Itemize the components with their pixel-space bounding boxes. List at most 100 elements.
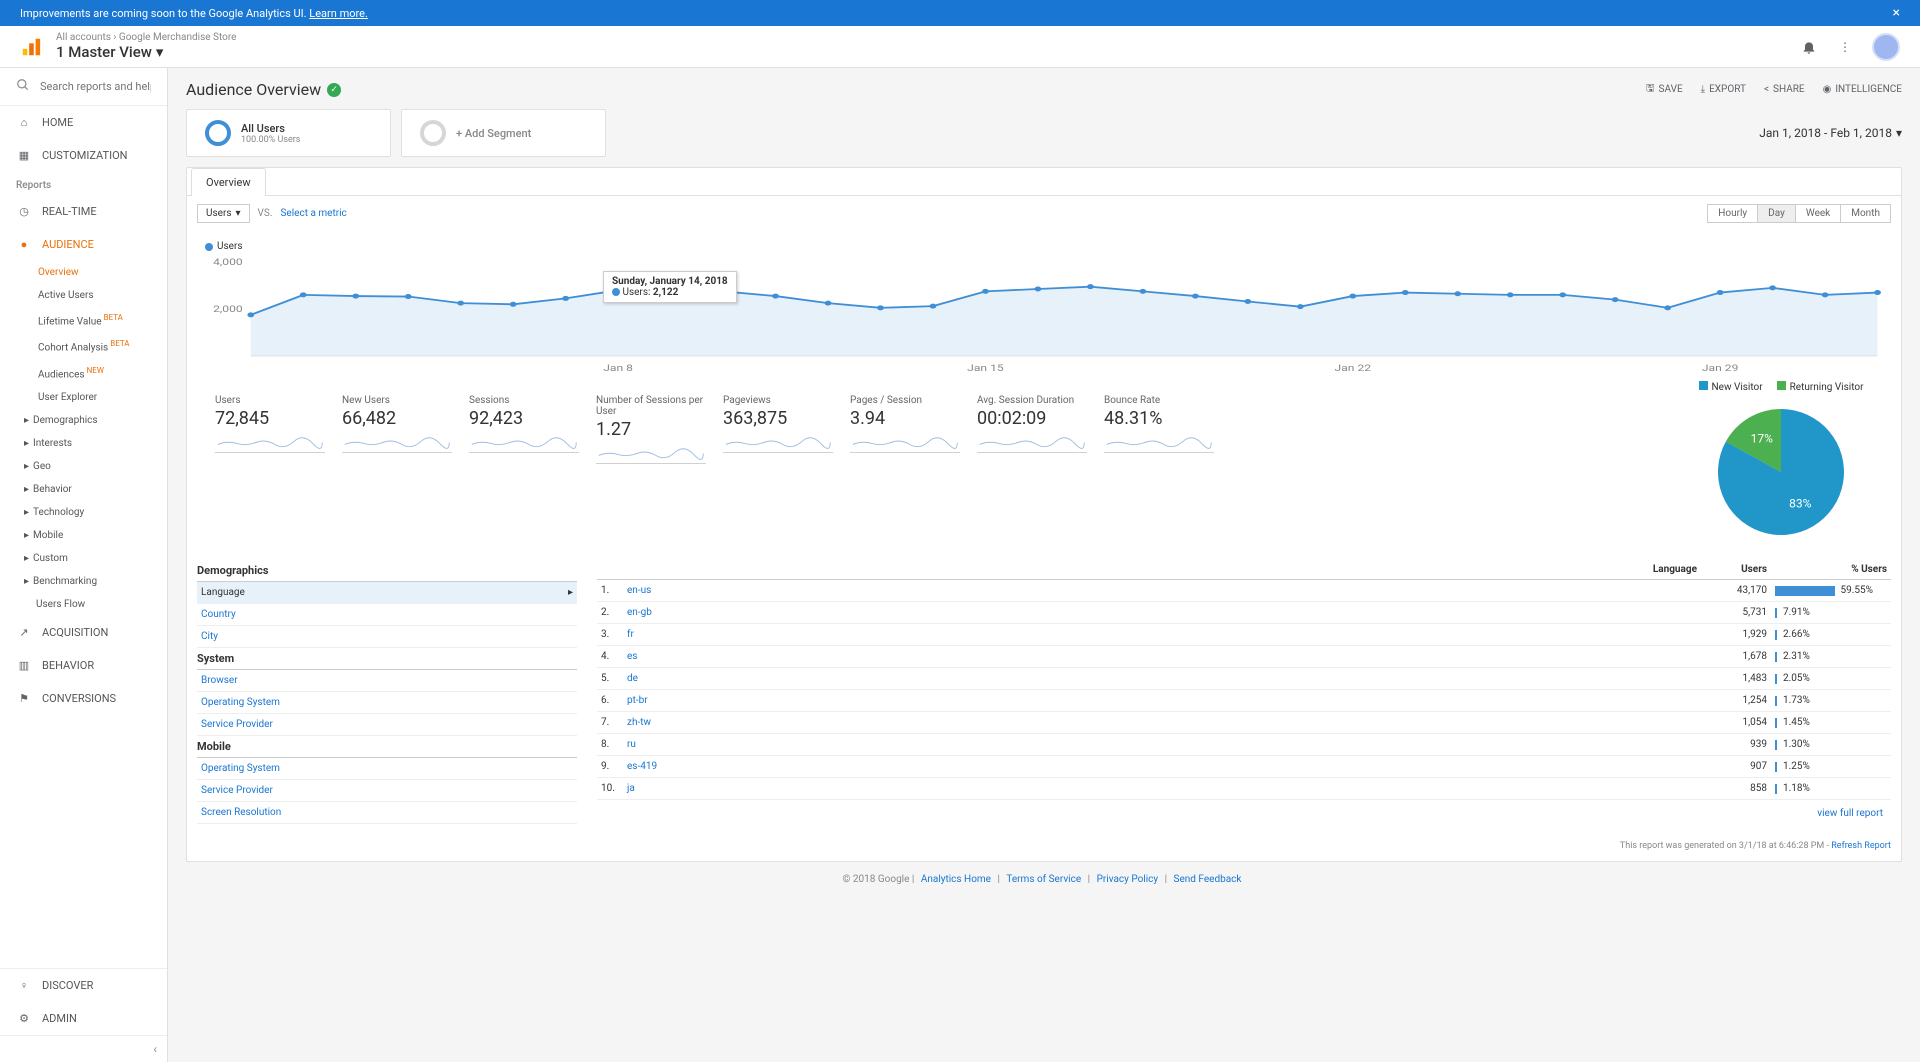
date-range-picker[interactable]: Jan 1, 2018 - Feb 1, 2018▾ — [1759, 109, 1902, 157]
time-toggle-week[interactable]: Week — [1795, 204, 1841, 223]
scorecard-users[interactable]: Users72,845 — [207, 395, 334, 467]
sidebar-group-technology[interactable]: ▸ Technology — [24, 501, 167, 524]
save-button[interactable]: 🖫SAVE — [1646, 81, 1683, 98]
dim-row-language[interactable]: Language▸ — [197, 582, 577, 604]
lang-link-pt-br[interactable]: pt-br — [627, 695, 648, 706]
sidebar-item-customization[interactable]: ▦CUSTOMIZATION — [0, 139, 167, 172]
scorecard-pageviews[interactable]: Pageviews363,875 — [715, 395, 842, 467]
dim-row-operating-system[interactable]: Operating System — [197, 758, 577, 780]
sidebar-group-behavior[interactable]: ▸ Behavior — [24, 478, 167, 501]
footer-link-analytics-home[interactable]: Analytics Home — [921, 874, 991, 885]
scorecard-pages-session[interactable]: Pages / Session3.94 — [842, 395, 969, 467]
sidebar-collapse-button[interactable]: ‹ — [0, 1035, 167, 1062]
scorecard-avg-session-duration[interactable]: Avg. Session Duration00:02:09 — [969, 395, 1096, 467]
dim-row-operating-system[interactable]: Operating System — [197, 692, 577, 714]
sidebar: ⌂HOME ▦CUSTOMIZATION Reports ◷REAL-TIME … — [0, 68, 168, 1062]
dim-row-browser[interactable]: Browser — [197, 670, 577, 692]
lang-link-es[interactable]: es — [627, 651, 637, 662]
sidebar-item-realtime[interactable]: ◷REAL-TIME — [0, 195, 167, 228]
chevron-right-icon: ▸ — [568, 587, 573, 598]
add-segment-ring-icon — [420, 120, 446, 146]
table-row: 4.es 1,6782.31% — [597, 646, 1891, 668]
sidebar-section-reports: Reports — [0, 172, 167, 195]
bulb-icon: ♀ — [16, 979, 32, 992]
tab-overview[interactable]: Overview — [191, 168, 266, 196]
scorecard-bounce-rate[interactable]: Bounce Rate48.31% — [1096, 395, 1223, 467]
notifications-icon[interactable] — [1800, 38, 1818, 56]
footer-link-send-feedback[interactable]: Send Feedback — [1174, 874, 1242, 885]
svg-text:Jan 22: Jan 22 — [1335, 363, 1372, 374]
view-full-report-link[interactable]: view full report — [1817, 808, 1883, 819]
scorecard-sessions[interactable]: Sessions92,423 — [461, 395, 588, 467]
time-toggle-day[interactable]: Day — [1757, 204, 1796, 223]
sidebar-group-interests[interactable]: ▸ Interests — [24, 432, 167, 455]
add-segment-button[interactable]: + Add Segment — [401, 109, 606, 157]
lang-link-ja[interactable]: ja — [627, 783, 635, 794]
avatar[interactable] — [1872, 33, 1900, 61]
table-row: 10.ja 8581.18% — [597, 778, 1891, 800]
share-button[interactable]: <SHARE — [1764, 84, 1805, 95]
sidebar-group-demographics[interactable]: ▸ Demographics — [24, 409, 167, 432]
page-title: Audience Overview ✓ — [186, 80, 341, 99]
banner-close-icon[interactable]: × — [1893, 5, 1900, 21]
sidebar-item-acquisition[interactable]: ↗ACQUISITION — [0, 616, 167, 649]
dim-row-country[interactable]: Country — [197, 604, 577, 626]
sidebar-sub-active-users[interactable]: Active Users — [38, 284, 167, 307]
dim-row-service-provider[interactable]: Service Provider — [197, 714, 577, 736]
sidebar-item-admin[interactable]: ⚙ADMIN — [0, 1002, 167, 1035]
export-button[interactable]: ⤓EXPORT — [1701, 84, 1746, 95]
sidebar-sub-user-explorer[interactable]: User Explorer — [38, 386, 167, 409]
sidebar-search[interactable] — [0, 68, 167, 106]
sidebar-group-custom[interactable]: ▸ Custom — [24, 547, 167, 570]
metric-dropdown[interactable]: Users ▾ — [197, 204, 250, 223]
sidebar-item-conversions[interactable]: ⚑CONVERSIONS — [0, 682, 167, 715]
dim-row-service-provider[interactable]: Service Provider — [197, 780, 577, 802]
more-vert-icon[interactable]: ⋮ — [1836, 38, 1854, 56]
scorecard-number-of-sessions-per-user[interactable]: Number of Sessions per User1.27 — [588, 395, 715, 467]
table-row: 2.en-gb 5,7317.91% — [597, 602, 1891, 624]
time-toggle-month[interactable]: Month — [1840, 204, 1891, 223]
sidebar-group-users-flow[interactable]: Users Flow — [24, 593, 167, 616]
lang-link-fr[interactable]: fr — [627, 629, 634, 640]
sidebar-group-geo[interactable]: ▸ Geo — [24, 455, 167, 478]
scorecard-new-users[interactable]: New Users66,482 — [334, 395, 461, 467]
lang-link-de[interactable]: de — [627, 673, 638, 684]
search-input[interactable] — [40, 80, 151, 93]
svg-text:17%: 17% — [1751, 431, 1773, 445]
segment-all-users[interactable]: All Users100.00% Users — [186, 109, 391, 157]
dim-row-screen-resolution[interactable]: Screen Resolution — [197, 802, 577, 824]
intelligence-button[interactable]: ◉INTELLIGENCE — [1823, 84, 1902, 95]
users-line-chart[interactable]: 2,0004,000Jan 8Jan 15Jan 22Jan 29 — [197, 254, 1891, 374]
dim-header-system: System — [197, 648, 577, 670]
refresh-report-link[interactable]: Refresh Report — [1831, 841, 1891, 851]
breadcrumb[interactable]: All accounts › Google Merchandise Store … — [56, 32, 236, 61]
footer-link-terms-of-service[interactable]: Terms of Service — [1006, 874, 1081, 885]
intelligence-icon: ◉ — [1823, 84, 1832, 95]
sidebar-sub-audiences[interactable]: AudiencesNEW — [38, 360, 167, 386]
chevron-right-icon: ▸ — [24, 415, 29, 426]
sidebar-sub-overview[interactable]: Overview — [38, 261, 167, 284]
lang-link-en-gb[interactable]: en-gb — [627, 607, 652, 618]
sidebar-item-behavior[interactable]: ▥BEHAVIOR — [0, 649, 167, 682]
lang-link-ru[interactable]: ru — [627, 739, 636, 750]
sidebar-group-mobile[interactable]: ▸ Mobile — [24, 524, 167, 547]
lang-link-en-us[interactable]: en-us — [627, 585, 651, 596]
sidebar-item-audience[interactable]: ●AUDIENCE — [0, 228, 167, 261]
table-row: 8.ru 9391.30% — [597, 734, 1891, 756]
sidebar-item-discover[interactable]: ♀DISCOVER — [0, 969, 167, 1002]
banner-learn-more-link[interactable]: Learn more. — [309, 7, 368, 20]
sidebar-group-benchmarking[interactable]: ▸ Benchmarking — [24, 570, 167, 593]
select-metric-button[interactable]: Select a metric — [280, 208, 346, 219]
lang-link-zh-tw[interactable]: zh-tw — [627, 717, 651, 728]
chart-tooltip: Sunday, January 14, 2018 Users: 2,122 — [603, 271, 737, 303]
lang-link-es-419[interactable]: es-419 — [627, 761, 657, 772]
table-row: 3.fr 1,9292.66% — [597, 624, 1891, 646]
sidebar-sub-cohort-analysis[interactable]: Cohort AnalysisBETA — [38, 333, 167, 359]
dim-row-city[interactable]: City — [197, 626, 577, 648]
sidebar-sub-lifetime-value[interactable]: Lifetime ValueBETA — [38, 307, 167, 333]
footer-link-privacy-policy[interactable]: Privacy Policy — [1097, 874, 1159, 885]
chevron-right-icon: ▸ — [24, 553, 29, 564]
table-row: 6.pt-br 1,2541.73% — [597, 690, 1891, 712]
time-toggle-hourly[interactable]: Hourly — [1707, 204, 1758, 223]
sidebar-item-home[interactable]: ⌂HOME — [0, 106, 167, 139]
